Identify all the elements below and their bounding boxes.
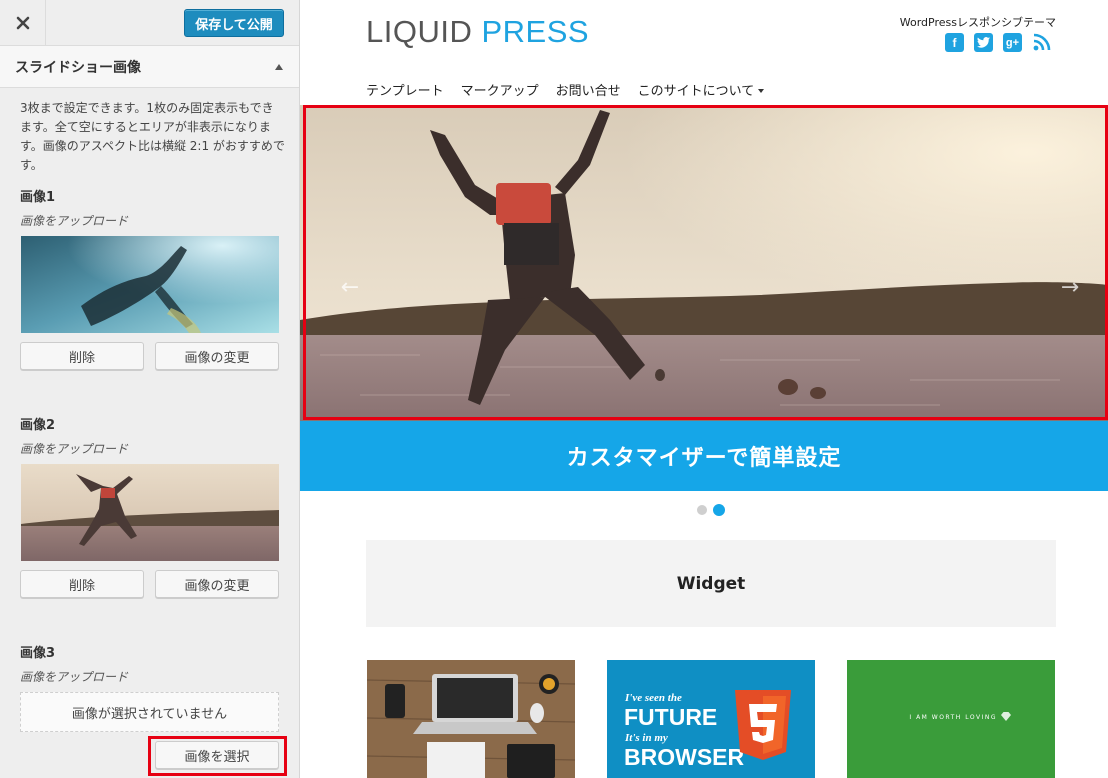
site-preview: LIQUID PRESS WordPressレスポンシブテーマ f g+ テンプ… xyxy=(300,0,1108,778)
card2-line2: FUTURE xyxy=(624,704,718,730)
image2-thumbnail[interactable] xyxy=(21,464,279,561)
logo-part1: LIQUID xyxy=(366,14,473,49)
widget-title: Widget xyxy=(676,573,746,594)
customizer-header: 保存して公開 xyxy=(0,0,299,46)
nav-item-about-label: このサイトについて xyxy=(637,84,755,99)
main-nav: テンプレート マークアップ お問い合せ このサイトについて xyxy=(366,80,781,99)
social-icons: f g+ xyxy=(945,33,1051,52)
section-title[interactable]: スライドショー画像 xyxy=(0,46,299,88)
image2-upload-label: 画像をアップロード xyxy=(20,442,129,456)
logo-part2: PRESS xyxy=(481,14,590,49)
collapse-arrow-icon[interactable] xyxy=(275,64,283,70)
nav-item-contact[interactable]: お問い合せ xyxy=(556,80,621,99)
close-icon xyxy=(16,16,29,29)
image1-change-button[interactable]: 画像の変更 xyxy=(155,342,279,370)
slide-indicators xyxy=(697,504,725,516)
image3-select-button[interactable]: 画像を選択 xyxy=(155,741,279,769)
site-tagline: WordPressレスポンシブテーマ xyxy=(899,16,1056,29)
slide-prev-arrow-icon[interactable]: ← xyxy=(338,275,362,300)
gem-icon xyxy=(1001,712,1011,721)
image1-upload-label: 画像をアップロード xyxy=(20,214,129,228)
slide-dot-1[interactable] xyxy=(697,505,707,515)
nav-item-template[interactable]: テンプレート xyxy=(366,80,444,99)
image2-change-button[interactable]: 画像の変更 xyxy=(155,570,279,598)
save-publish-button[interactable]: 保存して公開 xyxy=(184,9,284,37)
rss-icon[interactable] xyxy=(1032,33,1051,52)
section-body: 3枚まで設定できます。1枚のみ固定表示もできます。全て空にするとエリアが非表示に… xyxy=(0,89,299,778)
close-button[interactable] xyxy=(0,0,46,45)
google-plus-icon[interactable]: g+ xyxy=(1003,33,1022,52)
twitter-icon[interactable] xyxy=(974,33,993,52)
slide-dot-2[interactable] xyxy=(713,504,725,516)
card2-line1: I've seen the xyxy=(625,692,682,704)
image3-upload-label: 画像をアップロード xyxy=(20,670,129,684)
post-card-1[interactable] xyxy=(367,660,575,778)
html5-icon xyxy=(735,690,791,760)
card2-line4: BROWSER xyxy=(624,744,745,770)
site-logo[interactable]: LIQUID PRESS xyxy=(366,14,589,50)
slide-caption: カスタマイザーで簡単設定 xyxy=(300,421,1108,491)
image2-remove-button[interactable]: 削除 xyxy=(20,570,144,598)
slide-image xyxy=(300,105,1108,421)
image3-placeholder[interactable]: 画像が選択されていません xyxy=(20,692,279,732)
widget-area: Widget xyxy=(366,540,1056,627)
section-description: 3枚まで設定できます。1枚のみ固定表示もできます。全て空にするとエリアが非表示に… xyxy=(20,101,285,172)
post-card-3[interactable]: I AM WORTH LOVING xyxy=(847,660,1055,778)
chevron-down-icon xyxy=(758,89,765,93)
image1-remove-button[interactable]: 削除 xyxy=(20,342,144,370)
slide-next-arrow-icon[interactable]: → xyxy=(1058,275,1082,300)
card2-line3: It's in my xyxy=(625,732,668,744)
image1-label: 画像1 xyxy=(20,190,56,205)
nav-item-about[interactable]: このサイトについて xyxy=(638,80,765,99)
card3-text: I AM WORTH LOVING xyxy=(909,714,997,721)
image3-label: 画像3 xyxy=(20,646,56,661)
customizer-sidebar: 保存して公開 スライドショー画像 3枚まで設定できます。1枚のみ固定表示もできま… xyxy=(0,0,300,778)
facebook-icon[interactable]: f xyxy=(945,33,964,52)
nav-item-markup[interactable]: マークアップ xyxy=(461,80,539,99)
image1-thumbnail[interactable] xyxy=(21,236,279,333)
post-card-2[interactable]: I've seen the FUTURE It's in my BROWSER xyxy=(607,660,815,778)
section-title-label: スライドショー画像 xyxy=(15,59,141,76)
slideshow: ← → xyxy=(300,105,1108,421)
image2-label: 画像2 xyxy=(20,418,56,433)
